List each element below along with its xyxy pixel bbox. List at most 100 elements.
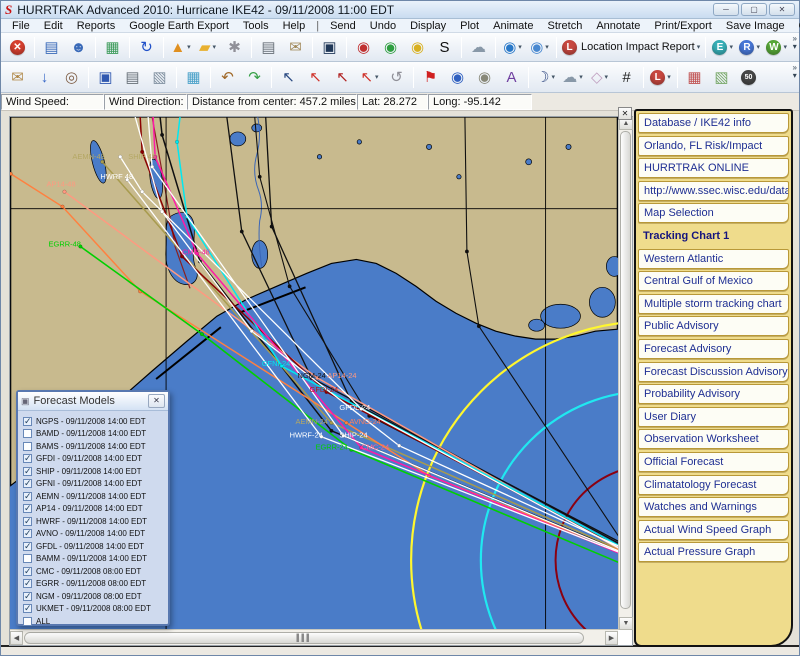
- location-impact-report-button[interactable]: LLocation Impact Report▾: [561, 35, 701, 60]
- state-map-icon[interactable]: ▧: [709, 65, 734, 90]
- report-builder-icon[interactable]: R▾: [737, 35, 762, 60]
- chart-export-icon[interactable]: ▲▾: [168, 35, 193, 60]
- model-checkbox[interactable]: ✓: [23, 454, 32, 463]
- sidebar-item-orlando-fl-risk-impact[interactable]: Orlando, FL Risk/Impact: [638, 136, 789, 156]
- sidebar-item-central-gulf-of-mexico[interactable]: Central Gulf of Mexico: [638, 271, 789, 291]
- dropdown-arrow-icon[interactable]: ▾: [697, 43, 701, 51]
- rain-forecast-icon[interactable]: ☁▾: [560, 65, 585, 90]
- list-window-icon[interactable]: ▦: [100, 35, 125, 60]
- forecast-model-row[interactable]: ✓GFNI - 09/11/2008 14:00 EDT: [23, 478, 166, 491]
- menu-save-image[interactable]: Save Image: [719, 20, 792, 32]
- forecast-models-titlebar[interactable]: ▣ Forecast Models ✕: [18, 392, 168, 411]
- forecast-model-row[interactable]: ✓NGM - 09/11/2008 08:00 EDT: [23, 590, 166, 603]
- hash-grid-icon[interactable]: #: [614, 65, 639, 90]
- model-checkbox[interactable]: [23, 617, 32, 626]
- model-checkbox[interactable]: ✓: [23, 604, 32, 613]
- sidebar-item-probability-advisory[interactable]: Probability Advisory: [638, 384, 789, 404]
- globe-lightning-icon[interactable]: ◉: [405, 35, 430, 60]
- sidebar-item-climatatology-forecast[interactable]: Climatatology Forecast: [638, 475, 789, 495]
- model-checkbox[interactable]: [23, 554, 32, 563]
- image-export-icon[interactable]: ▦: [181, 65, 206, 90]
- menu-help[interactable]: Help: [276, 20, 313, 32]
- map-horizontal-scrollbar[interactable]: ◀ ▌▌▌ ▶: [10, 629, 618, 645]
- globe-green-icon[interactable]: ◉: [378, 35, 403, 60]
- rotate-icon[interactable]: ↺: [384, 65, 409, 90]
- sidebar-item-public-advisory[interactable]: Public Advisory: [638, 316, 789, 336]
- globe-capitol-icon[interactable]: ◉: [472, 65, 497, 90]
- model-checkbox[interactable]: ✓: [23, 517, 32, 526]
- dropdown-arrow-icon[interactable]: ▾: [545, 43, 549, 51]
- menu-file[interactable]: File: [5, 20, 37, 32]
- menu-stretch[interactable]: Stretch: [540, 20, 589, 32]
- archive-disc-icon[interactable]: ◎: [59, 65, 84, 90]
- model-checkbox[interactable]: ✓: [23, 479, 32, 488]
- menu-tools[interactable]: Tools: [236, 20, 276, 32]
- copy-icon[interactable]: ▧: [147, 65, 172, 90]
- sidebar-item-watches-and-warnings[interactable]: Watches and Warnings: [638, 497, 789, 517]
- forecast-model-row[interactable]: ✓AEMN - 09/11/2008 14:00 EDT: [23, 490, 166, 503]
- model-checkbox[interactable]: ✓: [23, 592, 32, 601]
- hurricane-symbol-icon[interactable]: S: [432, 35, 457, 60]
- model-checkbox[interactable]: ✓: [23, 542, 32, 551]
- scroll-down-icon[interactable]: ▼: [619, 617, 633, 630]
- undo-icon[interactable]: ↶: [215, 65, 240, 90]
- probability-diamond-icon[interactable]: ◇▾: [587, 65, 612, 90]
- sidebar-item-actual-wind-speed-graph[interactable]: Actual Wind Speed Graph: [638, 520, 789, 540]
- menu-animate[interactable]: Animate: [486, 20, 540, 32]
- google-earth-kml-icon[interactable]: ◉▾: [527, 35, 552, 60]
- globe-swoosh-icon[interactable]: ◉▾: [500, 35, 525, 60]
- refresh-icon[interactable]: ↻: [134, 35, 159, 60]
- horizontal-scroll-thumb[interactable]: ▌▌▌: [24, 632, 584, 644]
- maximize-button[interactable]: ▢: [741, 3, 767, 16]
- annotate-label-icon[interactable]: A: [499, 65, 524, 90]
- menu-undo[interactable]: Undo: [363, 20, 403, 32]
- forecast-model-row[interactable]: ALL: [23, 615, 166, 628]
- close-session-icon[interactable]: ✕: [5, 35, 30, 60]
- model-checkbox[interactable]: ✓: [23, 417, 32, 426]
- menu-annotate[interactable]: Annotate: [589, 20, 647, 32]
- track-arrow-red2-icon[interactable]: ↖: [330, 65, 355, 90]
- web-report-icon[interactable]: W▾: [764, 35, 789, 60]
- dropdown-arrow-icon[interactable]: ▾: [518, 43, 522, 51]
- track-arrow-blue-icon[interactable]: ↖: [276, 65, 301, 90]
- route-50-sign-icon[interactable]: 50: [736, 65, 761, 90]
- save-icon[interactable]: ▣: [93, 65, 118, 90]
- dropdown-arrow-icon[interactable]: ▾: [783, 43, 787, 51]
- forecast-model-row[interactable]: BAMM - 09/11/2008 14:00 EDT: [23, 553, 166, 566]
- toolbar1-overflow-chevron[interactable]: »▾: [793, 35, 797, 51]
- moon-phase-icon[interactable]: ☽▾: [533, 65, 558, 90]
- dropdown-arrow-icon[interactable]: ▾: [551, 73, 555, 81]
- open-folder-icon[interactable]: ▰▾: [195, 35, 220, 60]
- scroll-left-icon[interactable]: ◀: [10, 631, 23, 645]
- forecast-model-row[interactable]: ✓AP14 - 09/11/2008 14:00 EDT: [23, 503, 166, 516]
- sidebar-item-western-atlantic[interactable]: Western Atlantic: [638, 249, 789, 269]
- menu-print-export[interactable]: Print/Export: [647, 20, 718, 32]
- gear-icon[interactable]: ✱: [222, 35, 247, 60]
- inbox-download-icon[interactable]: ↓: [32, 65, 57, 90]
- dropdown-arrow-icon[interactable]: ▾: [213, 43, 217, 51]
- forecaster-tv-icon[interactable]: ▣: [317, 35, 342, 60]
- print-report-icon[interactable]: ▤: [256, 35, 281, 60]
- email-report-icon[interactable]: E▾: [710, 35, 735, 60]
- forecast-model-row[interactable]: ✓GFDI - 09/11/2008 14:00 EDT: [23, 453, 166, 466]
- dropdown-arrow-icon[interactable]: ▾: [375, 73, 379, 81]
- menu-reports[interactable]: Reports: [70, 20, 123, 32]
- print-icon[interactable]: ▤: [120, 65, 145, 90]
- model-checkbox[interactable]: [23, 442, 32, 451]
- dropdown-arrow-icon[interactable]: ▾: [756, 43, 760, 51]
- dropdown-arrow-icon[interactable]: ▾: [667, 73, 671, 81]
- minimize-button[interactable]: ─: [713, 3, 739, 16]
- mail-report-icon[interactable]: ✉: [283, 35, 308, 60]
- location-l-icon[interactable]: L▾: [648, 65, 673, 90]
- sidebar-item-user-diary[interactable]: User Diary: [638, 407, 789, 427]
- forecast-model-row[interactable]: ✓AVNO - 09/11/2008 14:00 EDT: [23, 528, 166, 541]
- dropdown-arrow-icon[interactable]: ▾: [187, 43, 191, 51]
- us-map-icon[interactable]: ▦: [682, 65, 707, 90]
- globe-hurricane-icon[interactable]: ◉: [351, 35, 376, 60]
- model-checkbox[interactable]: [23, 429, 32, 438]
- menu-plot[interactable]: Plot: [453, 20, 486, 32]
- forecast-model-row[interactable]: BAMS - 09/11/2008 14:00 EDT: [23, 440, 166, 453]
- map-vertical-scrollbar[interactable]: ▲ ▼: [618, 117, 632, 630]
- toolbar2-overflow-chevron[interactable]: »▾: [793, 64, 797, 80]
- track-arrow-red1-icon[interactable]: ↖: [303, 65, 328, 90]
